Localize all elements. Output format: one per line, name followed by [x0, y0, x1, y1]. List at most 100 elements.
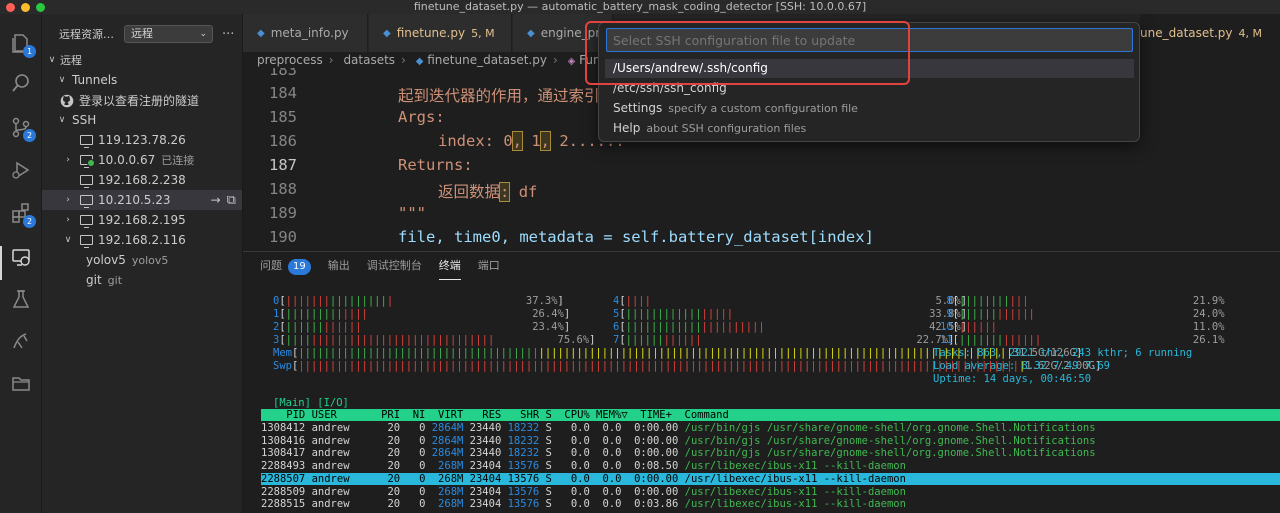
source-control-icon[interactable]: 2	[8, 114, 36, 142]
process-cell: 20	[374, 434, 401, 447]
tab-label: 问题	[260, 259, 282, 272]
remote-folder-item[interactable]: git git	[42, 270, 242, 290]
process-cell: 13576	[501, 472, 540, 485]
extensions-icon[interactable]: 2	[8, 200, 36, 228]
breadcrumb-item[interactable]: datasets	[343, 53, 395, 67]
process-cell: andrew	[305, 422, 375, 434]
cpu-meter-row: 10[|||||| 11.0%	[940, 321, 1225, 333]
process-cell: 0.0	[551, 498, 590, 511]
more-actions-icon[interactable]: ···	[222, 27, 234, 42]
process-cell: 0	[400, 422, 426, 434]
process-cell: 0:03.86	[621, 498, 679, 511]
remote-folder-item[interactable]: yolov5 yolov5	[42, 250, 242, 270]
breadcrumb-item[interactable]: preprocess	[257, 53, 323, 67]
process-cell: /usr/libexec/ibus-x11 --kill-daemon	[678, 485, 906, 498]
remote-explorer-icon[interactable]	[8, 244, 34, 270]
cpu-percent: 11.0%	[1192, 321, 1225, 333]
ssh-host-item[interactable]: 119.123.78.26	[42, 130, 242, 150]
cpu-percent: 23.4%	[532, 321, 564, 333]
connect-in-current-window-icon[interactable]: →	[211, 193, 221, 207]
process-row[interactable]: 2288507 andrew 20 0 268M 23404 13576 S 0…	[261, 472, 1280, 485]
process-cell: andrew	[305, 485, 375, 498]
connect-in-new-window-icon[interactable]: ⧉	[227, 193, 236, 208]
process-cell: S	[539, 498, 552, 511]
process-cell: 0.0	[551, 460, 590, 473]
tab-meta-info[interactable]: ◆ meta_info.py	[243, 14, 368, 52]
tree-item-ssh[interactable]: ∨ SSH	[42, 110, 242, 130]
process-cell: 0.0	[589, 422, 622, 434]
cpu-id: 1	[273, 308, 280, 320]
folder-icon[interactable]	[8, 370, 34, 396]
quick-pick-item-label: Help	[613, 121, 641, 135]
tab-finetune[interactable]: ◆ finetune.py 5, M	[369, 14, 512, 52]
process-cell: 268M	[425, 485, 464, 498]
tab-label: une_dataset.py	[1140, 26, 1233, 40]
tab-terminal[interactable]: 终端	[438, 252, 461, 280]
process-cell: 0.0	[551, 472, 590, 485]
explorer-icon[interactable]: 1	[8, 30, 36, 58]
monitor-connected-icon	[80, 155, 95, 168]
ssh-host-item[interactable]: › 192.168.2.195	[42, 210, 242, 230]
process-row[interactable]: 1308416 andrew 20 0 2864M 23440 18232 S …	[261, 435, 1096, 448]
htop-view-tabs[interactable]: [Main] [I/O]	[273, 397, 349, 410]
tree-item-tunnels[interactable]: ∨ Tunnels	[42, 70, 242, 90]
ssh-host-status: 已连接	[161, 154, 195, 167]
tab-debug-console[interactable]: 调试控制台	[367, 252, 422, 280]
tab-problems[interactable]: 问题 19	[260, 252, 311, 280]
process-table-header[interactable]: PID USER PRI NI VIRT RES SHR S CPU% MEM%…	[261, 409, 1280, 421]
process-cell: /usr/libexec/ibus-x11 --kill-daemon	[678, 472, 906, 485]
cpu-percent: 24.0%	[1192, 308, 1225, 320]
process-cell: 0.0	[589, 498, 622, 511]
ssh-host-label: 119.123.78.26	[98, 133, 186, 147]
annotation-highlight-box	[585, 21, 910, 85]
ssh-label: SSH	[72, 113, 97, 127]
tab-label: finetune.py	[396, 26, 466, 40]
ssh-host-item[interactable]: › 10.0.0.67 已连接	[42, 150, 242, 170]
run-debug-icon[interactable]	[8, 157, 34, 183]
monitor-icon	[80, 175, 93, 188]
tab-output[interactable]: 输出	[328, 252, 350, 280]
load-average-line: Load average: 8.32 7.49 7.69	[933, 360, 1111, 372]
tab-finetune-dataset[interactable]: une_dataset.py 4, M	[1140, 14, 1280, 52]
process-cell: 0	[400, 472, 426, 485]
process-cell: 2864M	[425, 447, 464, 460]
process-cell: 23404	[463, 460, 502, 473]
process-cell: /usr/bin/gjs /usr/share/gnome-shell/org.…	[678, 447, 1096, 460]
cpu-meter-row: 3[||||||||||||||||||||||||||||||||| 75.6…	[273, 334, 596, 346]
process-cell: andrew	[305, 498, 375, 511]
process-cell: S	[539, 460, 552, 473]
testing-flask-icon[interactable]	[8, 286, 34, 312]
python-tools-icon[interactable]	[8, 328, 34, 354]
remote-folder-label: git	[86, 273, 102, 287]
line-number: 190	[269, 228, 297, 246]
quick-pick-item[interactable]: Settings specify a custom configuration f…	[605, 99, 1134, 118]
tab-ports[interactable]: 端口	[478, 252, 500, 280]
cpu-id: 9	[946, 308, 953, 320]
tree-item-tunnels-signin[interactable]: 登录以查看注册的隧道	[42, 90, 242, 110]
tab-status: 5, M	[471, 26, 495, 40]
quick-pick-item[interactable]: Help about SSH configuration files	[605, 119, 1134, 138]
cpu-meter-row: 9[|||||||||||| 24.0%	[946, 308, 1225, 320]
process-row[interactable]: 2288493 andrew 20 0 268M 23404 13576 S 0…	[261, 460, 906, 473]
process-row[interactable]: 2288509 andrew 20 0 268M 23404 13576 S 0…	[261, 486, 906, 499]
tunnels-label: Tunnels	[72, 73, 118, 87]
cpu-meter-row: 5[||||||||||||||||| 33.8%]	[613, 308, 968, 320]
process-cell: /usr/bin/gjs /usr/share/gnome-shell/org.…	[678, 434, 1096, 447]
section-remote[interactable]: ∨ 远程	[42, 50, 242, 70]
remote-type-select[interactable]: 远程 ⌄	[124, 25, 213, 43]
process-cell: 2864M	[425, 434, 464, 447]
breadcrumb-item[interactable]: finetune_dataset.py	[427, 53, 547, 67]
tasks-line: Tasks: 863, 2921 thr, 243 kthr; 6 runnin…	[933, 347, 1193, 359]
cpu-meter-row: 2[|||||||||||| 23.4%]	[273, 321, 571, 333]
process-row[interactable]: 2288515 andrew 20 0 268M 23404 13576 S 0…	[261, 498, 906, 511]
process-row[interactable]: 1308412 andrew 20 0 2864M 23440 18232 S …	[261, 422, 1096, 435]
ssh-host-item[interactable]: ∨ 192.168.2.116	[42, 230, 242, 250]
process-cell: S	[539, 422, 552, 434]
ssh-host-item[interactable]: › 10.210.5.23 → ⧉	[42, 190, 242, 210]
process-row[interactable]: 1308417 andrew 20 0 2864M 23440 18232 S …	[261, 447, 1096, 460]
ssh-host-item[interactable]: 192.168.2.238	[42, 170, 242, 190]
terminal[interactable]: 0[||||||||||||||||| 37.3%] 1[|||||||||||…	[243, 294, 1280, 513]
quick-pick-item-label: Settings	[613, 101, 663, 115]
search-icon[interactable]	[8, 70, 34, 96]
cpu-id: 2	[273, 321, 280, 333]
